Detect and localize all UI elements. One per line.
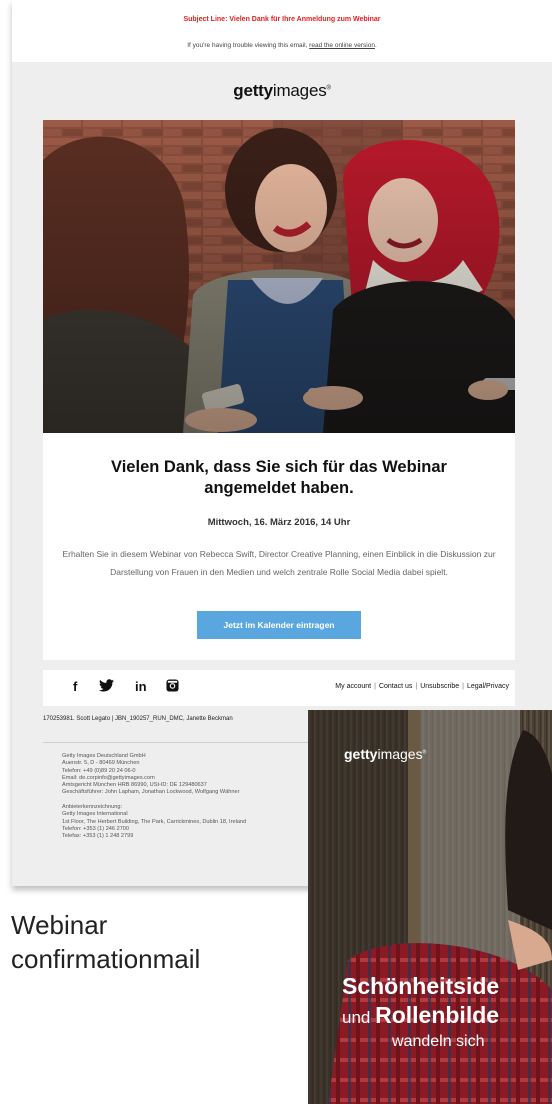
facebook-icon[interactable]: f	[73, 679, 77, 694]
online-version-link[interactable]: read the online version	[309, 42, 375, 49]
contact-us-link[interactable]: Contact us	[379, 683, 412, 690]
webinar-description: Erhalten Sie in diesem Webinar von Rebec…	[62, 549, 496, 577]
footer-links: My account | Contact us | Unsubscribe | Legal/…	[335, 683, 509, 690]
trouble-viewing-text: If you're having trouble viewing this em…	[187, 42, 377, 49]
webinar-date: Mittwoch, 16. März 2016, 14 Uhr	[207, 517, 351, 528]
poster-title-line-2: und Rollenbilde	[342, 1002, 500, 1028]
poster-title: Schönheitside und Rollenbilde wandeln si…	[342, 972, 552, 1051]
social-footer-bar: f in My account | Contact us | Unsubscribe | L…	[43, 670, 515, 706]
caption-line-1: Webinar	[11, 910, 108, 940]
unsubscribe-link[interactable]: Unsubscribe	[420, 683, 459, 690]
add-to-calendar-button[interactable]: Jetzt im Kalender eintragen	[197, 611, 361, 639]
preheader: Subject Line: Vielen Dank für Ihre Anmel…	[12, 0, 552, 62]
webinar-poster: gettyimages® Schönheitside und Rollenbil…	[308, 710, 552, 1104]
company-address: Getty Images Deutschland GmbH Auenstr. 5…	[62, 753, 247, 840]
legal-privacy-link[interactable]: Legal/Privacy	[467, 683, 509, 690]
instagram-icon[interactable]	[166, 679, 179, 695]
gettyimages-logo: gettyimages®	[233, 81, 331, 100]
poster-gettyimages-logo: gettyimages®	[344, 746, 427, 762]
headline: Vielen Dank, dass Sie sich für das Webin…	[111, 458, 447, 497]
caption: Webinar confirmationmail	[11, 908, 200, 976]
poster-title-line-3: wandeln sich	[392, 1033, 485, 1050]
linkedin-icon[interactable]: in	[135, 679, 147, 694]
subject-line: Subject Line: Vielen Dank für Ihre Anmel…	[183, 16, 381, 23]
caption-line-2: confirmationmail	[11, 944, 201, 974]
hero-photo-three-women	[43, 120, 515, 433]
my-account-link[interactable]: My account	[335, 683, 371, 690]
poster-title-line-1: Schönheitside	[342, 973, 500, 999]
message-card: Vielen Dank, dass Sie sich für das Webin…	[43, 433, 515, 660]
twitter-icon[interactable]	[99, 679, 114, 695]
